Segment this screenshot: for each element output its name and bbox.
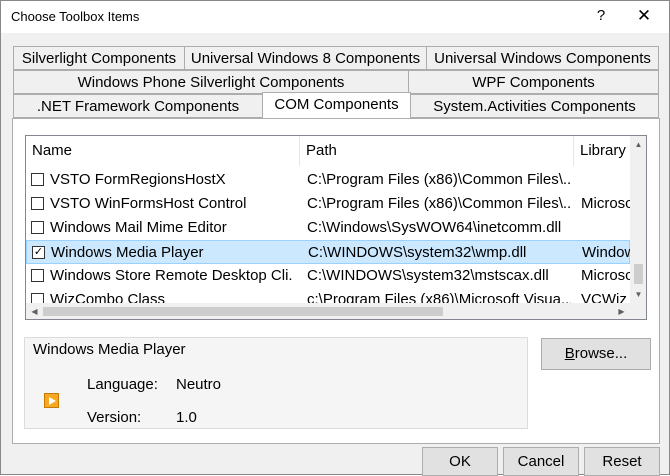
list-item[interactable]: Windows Store Remote Desktop Cli... C:\WI… (26, 264, 630, 288)
item-library: Window (582, 244, 631, 261)
item-library (581, 216, 630, 240)
column-header-name[interactable]: Name (26, 136, 300, 166)
browse-mnemonic: B (564, 345, 575, 362)
browse-button[interactable]: Browse... (541, 338, 651, 370)
ok-button[interactable]: OK (422, 447, 498, 476)
horizontal-scrollbar[interactable]: ◀ ▶ (26, 303, 630, 319)
browse-label: rowse... (574, 345, 628, 362)
item-path: C:\WINDOWS\system32\wmp.dll (308, 244, 527, 261)
version-label: Version: (87, 409, 142, 426)
item-library: Microsc (581, 267, 630, 284)
tab-windows-phone-silverlight-components[interactable]: Windows Phone Silverlight Components (13, 70, 409, 94)
item-name: Windows Media Player (51, 244, 204, 261)
item-checkbox[interactable]: ✓ (32, 246, 45, 259)
tab-universal-windows-8-components[interactable]: Universal Windows 8 Components (184, 46, 427, 70)
vertical-scrollbar[interactable]: ▲ ▼ (630, 136, 646, 303)
tab-panel-com-components: Name Path Library VSTO FormRegionsHostX C… (12, 118, 660, 444)
tab-com-components[interactable]: COM Components (262, 92, 411, 118)
item-name: VSTO FormRegionsHostX (50, 171, 226, 188)
tab-system-activities-components[interactable]: System.Activities Components (410, 94, 659, 118)
title-bar: Choose Toolbox Items ? ✕ (1, 1, 669, 33)
details-title: Windows Media Player (33, 341, 186, 358)
help-button[interactable]: ? (593, 7, 609, 27)
item-library: Microsc (581, 195, 630, 212)
scroll-left-icon[interactable]: ◀ (26, 303, 43, 319)
component-list[interactable]: Name Path Library VSTO FormRegionsHostX C… (25, 135, 647, 320)
scroll-up-icon[interactable]: ▲ (630, 136, 646, 153)
tab-silverlight-components[interactable]: Silverlight Components (13, 46, 185, 70)
item-path: C:\Program Files (x86)\Common Files\... (307, 195, 571, 212)
item-library (581, 168, 630, 192)
vertical-scroll-thumb[interactable] (634, 264, 643, 284)
scroll-right-icon[interactable]: ▶ (613, 303, 630, 319)
item-checkbox[interactable] (31, 221, 44, 234)
item-name: Windows Mail Mime Editor (50, 219, 227, 236)
tab-net-framework-components[interactable]: .NET Framework Components (13, 94, 263, 118)
horizontal-scroll-thumb[interactable] (43, 307, 443, 316)
item-path: C:\WINDOWS\system32\mstscax.dll (307, 267, 549, 284)
list-item[interactable]: VSTO WinFormsHost Control C:\Program File… (26, 192, 630, 216)
item-name: VSTO WinFormsHost Control (50, 195, 247, 212)
window-title: Choose Toolbox Items (11, 9, 140, 24)
media-player-icon (44, 393, 59, 408)
item-path: C:\Windows\SysWOW64\inetcomm.dll (307, 219, 562, 236)
version-value: 1.0 (176, 409, 197, 426)
cancel-button[interactable]: Cancel (503, 447, 579, 476)
item-path: C:\Program Files (x86)\Common Files\... (307, 171, 571, 188)
tab-wpf-components[interactable]: WPF Components (408, 70, 659, 94)
item-checkbox[interactable] (31, 269, 44, 282)
tab-universal-windows-components[interactable]: Universal Windows Components (426, 46, 659, 70)
list-item[interactable]: ✓ Windows Media Player C:\WINDOWS\system32… (26, 240, 631, 264)
list-item[interactable]: Windows Mail Mime Editor C:\Windows\SysWO… (26, 216, 630, 240)
choose-toolbox-items-dialog: Choose Toolbox Items ? ✕ Silverlight Com… (0, 0, 670, 476)
column-header-library[interactable]: Library (574, 136, 630, 166)
item-name: Windows Store Remote Desktop Cli... (50, 267, 294, 284)
close-icon[interactable]: ✕ (635, 6, 653, 26)
language-label: Language: (87, 376, 158, 393)
column-header-path[interactable]: Path (300, 136, 574, 166)
item-checkbox[interactable] (31, 197, 44, 210)
reset-button[interactable]: Reset (584, 447, 660, 476)
language-value: Neutro (176, 376, 222, 393)
scrollbar-corner (630, 303, 646, 319)
scroll-down-icon[interactable]: ▼ (630, 286, 646, 303)
list-item[interactable]: VSTO FormRegionsHostX C:\Program Files (x… (26, 168, 630, 192)
component-details-group: Windows Media Player Language: Neutro Ve… (24, 337, 528, 429)
item-checkbox[interactable] (31, 173, 44, 186)
